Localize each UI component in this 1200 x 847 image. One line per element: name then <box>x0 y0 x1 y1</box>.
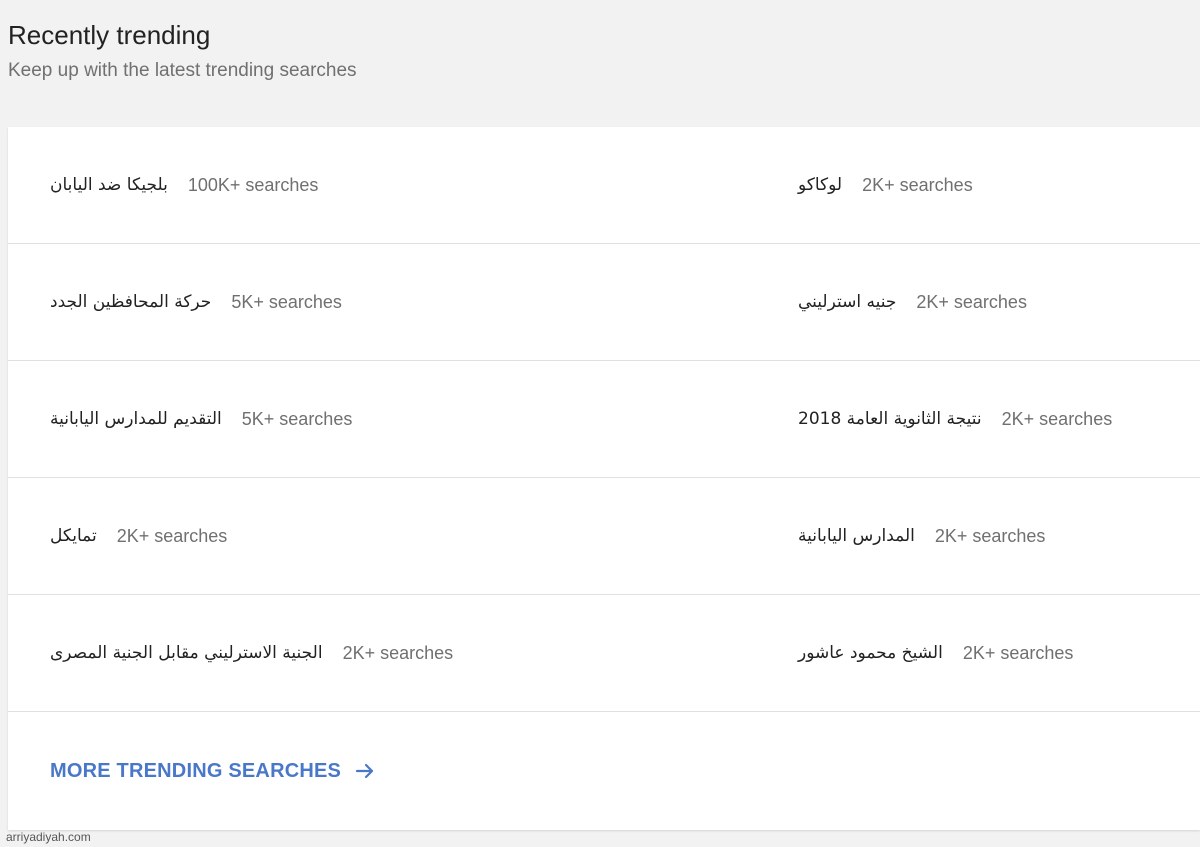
section-title: Recently trending <box>8 20 211 50</box>
trend-item[interactable]: التقديم للمدارس اليابانية 5K+ searches <box>8 361 798 478</box>
trend-query[interactable]: لوكاكو <box>798 175 842 195</box>
trend-count: 2K+ searches <box>1001 408 1113 429</box>
trend-count: 2K+ searches <box>934 525 1046 546</box>
trend-item[interactable]: تمايكل 2K+ searches <box>8 478 798 595</box>
trend-query[interactable]: حركة المحافظين الجدد <box>50 292 211 312</box>
trend-query[interactable]: الجنية الاسترليني مقابل الجنية المصرى <box>50 643 323 663</box>
trend-count: 100K+ searches <box>187 174 319 195</box>
trend-count: 5K+ searches <box>231 291 342 312</box>
trend-item[interactable]: حركة المحافظين الجدد 5K+ searches <box>8 244 798 361</box>
trend-count: 2K+ searches <box>342 642 454 663</box>
trend-query[interactable]: جنيه استرليني <box>798 292 896 312</box>
trend-item[interactable]: نتيجة الثانوية العامة 2018 2K+ searches <box>798 361 1200 478</box>
trend-count: 2K+ searches <box>862 174 973 195</box>
trend-query[interactable]: الشيخ محمود عاشور <box>798 643 943 663</box>
trend-count: 2K+ searches <box>916 291 1027 312</box>
section-header: Recently trending Keep up with the lates… <box>8 18 357 84</box>
trending-card: بلجيكا ضد اليابان 100K+ searches لوكاكو … <box>8 127 1200 830</box>
more-trending-link[interactable]: MORE TRENDING SEARCHES <box>50 759 377 783</box>
trend-item[interactable]: المدارس اليابانية 2K+ searches <box>798 478 1200 595</box>
trend-item[interactable]: الشيخ محمود عاشور 2K+ searches <box>798 595 1200 712</box>
trend-item[interactable]: بلجيكا ضد اليابان 100K+ searches <box>8 127 798 244</box>
trend-count: 2K+ searches <box>116 525 228 546</box>
trend-query[interactable]: التقديم للمدارس اليابانية <box>50 409 222 429</box>
trend-query[interactable]: نتيجة الثانوية العامة 2018 <box>798 409 982 429</box>
trend-query[interactable]: تمايكل <box>50 526 97 546</box>
site-watermark: arriyadiyah.com <box>6 830 91 844</box>
trend-count: 5K+ searches <box>241 408 353 429</box>
trend-item[interactable]: لوكاكو 2K+ searches <box>798 127 1200 244</box>
trend-query[interactable]: المدارس اليابانية <box>798 526 915 546</box>
trending-grid: بلجيكا ضد اليابان 100K+ searches لوكاكو … <box>8 127 1200 712</box>
trend-item[interactable]: الجنية الاسترليني مقابل الجنية المصرى 2K… <box>8 595 798 712</box>
trend-query[interactable]: بلجيكا ضد اليابان <box>50 175 168 195</box>
more-trending-label[interactable]: MORE TRENDING SEARCHES <box>50 760 341 783</box>
trend-count: 2K+ searches <box>962 642 1074 663</box>
section-subtitle: Keep up with the latest trending searche… <box>8 60 357 81</box>
arrow-right-icon[interactable] <box>353 759 377 783</box>
trend-item[interactable]: جنيه استرليني 2K+ searches <box>798 244 1200 361</box>
